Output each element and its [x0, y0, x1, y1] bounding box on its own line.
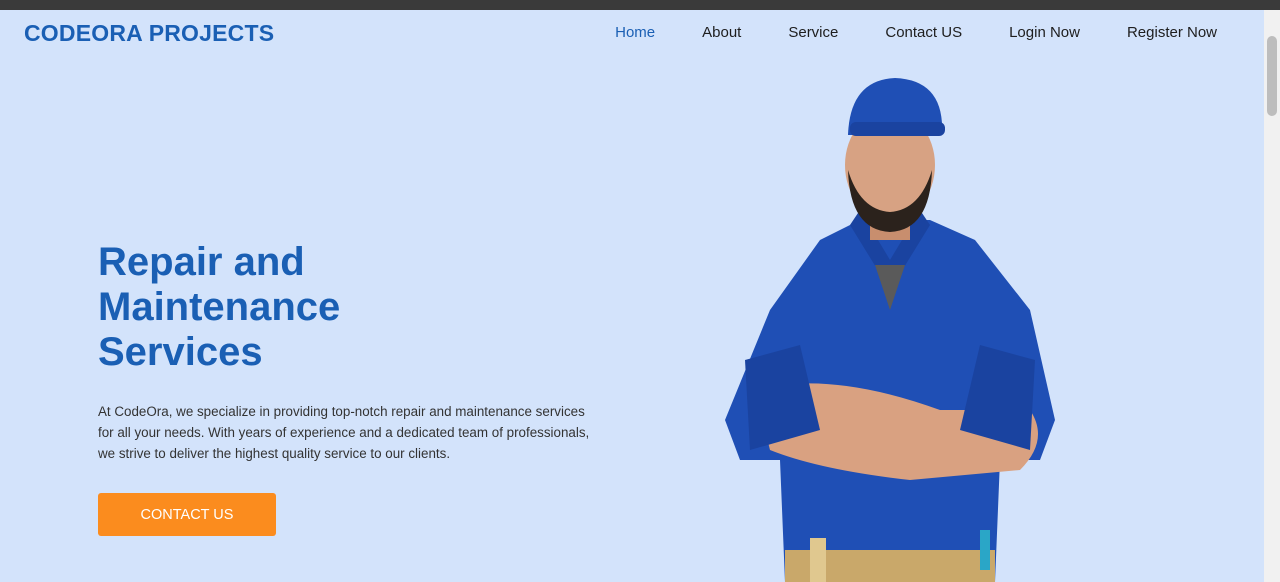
hero-title-line: Services: [98, 330, 263, 374]
nav-contact[interactable]: Contact US: [885, 24, 962, 41]
nav-menu: Home About Service Contact US Login Now …: [568, 24, 1217, 41]
browser-top-strip: [0, 0, 1280, 10]
hero-title-line: Maintenance: [98, 285, 341, 329]
brand-logo[interactable]: CODEORA PROJECTS: [24, 20, 274, 47]
hero-description-line: we strive to deliver the highest quality…: [98, 446, 451, 461]
nav-home[interactable]: Home: [615, 24, 655, 41]
contact-us-button[interactable]: CONTACT US: [98, 493, 276, 536]
hero-description-line: At CodeOra, we specialize in providing t…: [98, 404, 585, 419]
nav-about[interactable]: About: [702, 24, 741, 41]
page-scrollbar[interactable]: [1264, 10, 1280, 582]
scrollbar-thumb[interactable]: [1267, 36, 1277, 116]
worker-image: [725, 78, 1055, 582]
nav-register[interactable]: Register Now: [1127, 24, 1217, 41]
navbar: CODEORA PROJECTS Home About Service Cont…: [0, 10, 1264, 56]
nav-service[interactable]: Service: [788, 24, 838, 41]
nav-login[interactable]: Login Now: [1009, 24, 1080, 41]
hero-description-line: for all your needs. With years of experi…: [98, 425, 590, 440]
hero-title: Repair and Maintenance Services: [98, 240, 458, 375]
hero-title-line: Repair and: [98, 240, 305, 284]
hero-description: At CodeOra, we specialize in providing t…: [98, 401, 610, 464]
